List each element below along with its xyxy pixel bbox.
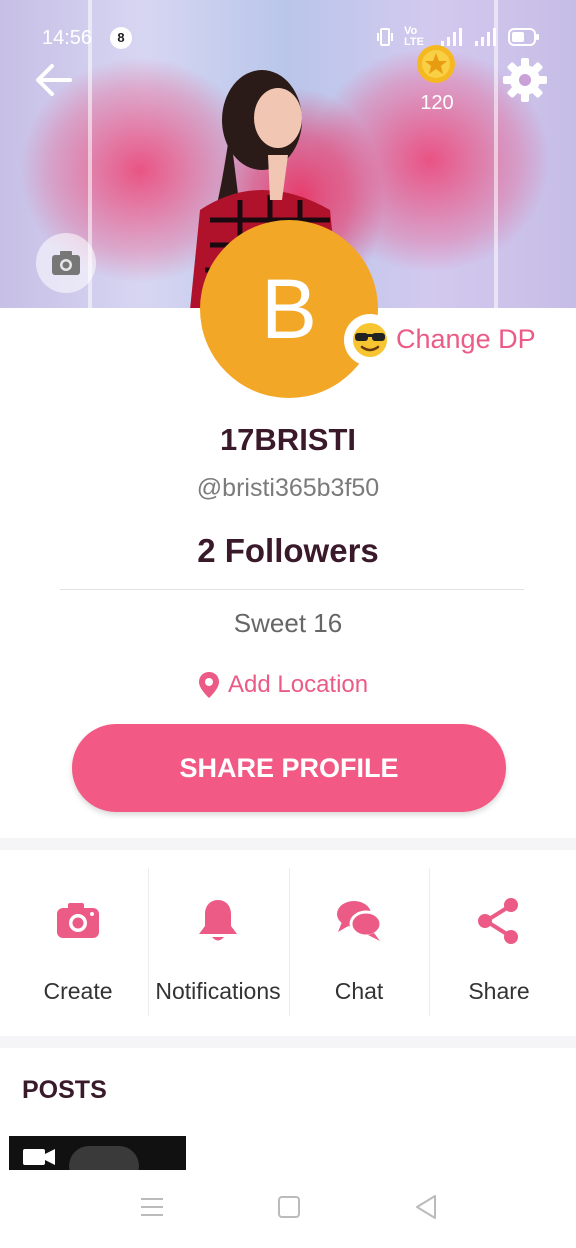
share-icon — [478, 898, 518, 944]
section-separator — [0, 1036, 576, 1048]
menu-icon[interactable] — [137, 1192, 167, 1222]
video-camera-icon — [23, 1149, 55, 1165]
coin-count: 120 — [420, 92, 454, 114]
gear-icon[interactable] — [501, 56, 549, 104]
followers-count[interactable]: 2 Followers — [0, 532, 576, 570]
camera-icon — [57, 903, 99, 938]
divider — [60, 589, 524, 590]
share-profile-button[interactable]: SHARE PROFILE — [72, 724, 506, 812]
sunglasses-emoji-icon — [353, 323, 387, 357]
post-thumbnail[interactable] — [9, 1136, 186, 1170]
vibrate-icon — [377, 28, 393, 46]
status-time: 14:56 — [42, 27, 93, 49]
location-pin-icon — [199, 672, 219, 698]
add-location-link[interactable]: Add Location — [198, 668, 368, 702]
action-notifications[interactable]: Notifications — [148, 868, 288, 1018]
camera-icon — [52, 251, 80, 275]
change-dp-link[interactable]: Change DP — [396, 324, 536, 355]
chat-bubbles-icon — [337, 901, 383, 941]
battery-icon — [508, 28, 539, 46]
back-triangle-icon[interactable] — [411, 1192, 441, 1222]
add-location-label: Add Location — [228, 671, 369, 698]
profile-username: 17BRISTI — [219, 422, 357, 457]
coin-icon[interactable] — [416, 44, 456, 84]
action-create[interactable]: Create — [8, 868, 148, 1018]
action-share-label: Share — [468, 978, 530, 1004]
home-square-icon[interactable] — [274, 1192, 304, 1222]
posts-heading: POSTS — [22, 1076, 107, 1104]
action-notifications-label: Notifications — [155, 978, 281, 1004]
action-share[interactable]: Share — [429, 868, 569, 1018]
profile-bio: Sweet 16 — [233, 608, 343, 638]
system-icons: Vo LTE — [376, 26, 540, 48]
signal-icon-2 — [475, 28, 496, 46]
section-separator — [0, 838, 576, 850]
back-arrow-icon[interactable] — [32, 58, 76, 102]
bell-icon — [199, 900, 237, 941]
notification-count-badge: 8 — [110, 27, 132, 49]
profile-handle: @bristi365b3f50 — [196, 474, 380, 502]
change-dp-emoji-button[interactable] — [344, 314, 396, 366]
system-nav-bar — [0, 1170, 576, 1248]
status-bar: 14:56 8 Vo LTE — [0, 22, 576, 56]
action-chat-label: Chat — [334, 978, 384, 1004]
action-row: Create Notifications Chat Share — [0, 850, 576, 1032]
avatar[interactable]: B — [200, 220, 378, 398]
action-chat[interactable]: Chat — [289, 868, 429, 1018]
change-cover-button[interactable] — [36, 233, 96, 293]
action-create-label: Create — [43, 978, 113, 1004]
